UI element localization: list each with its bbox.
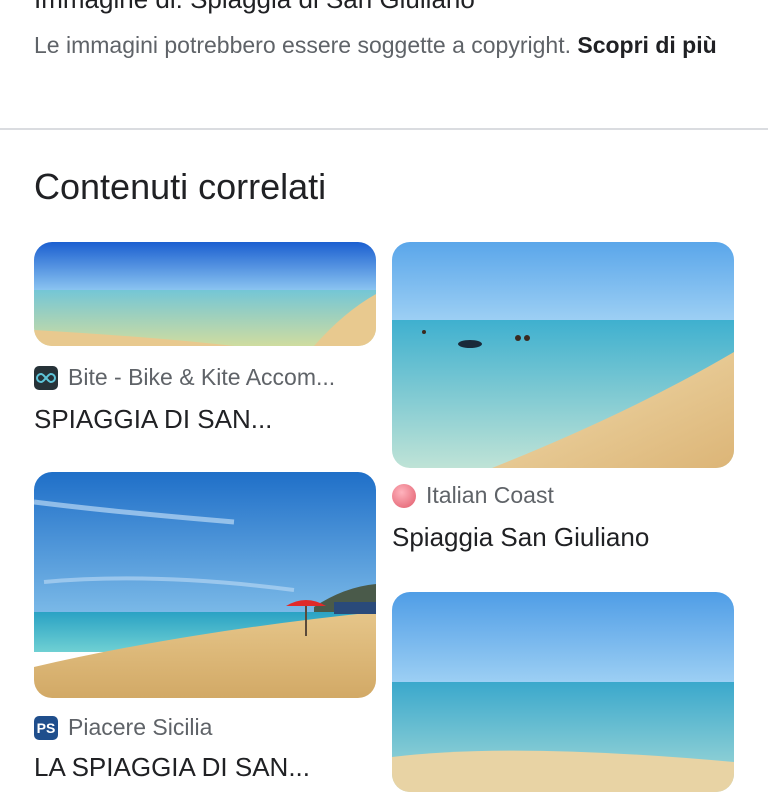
ps-logo-text: PS bbox=[36, 719, 56, 736]
related-content-title: Contenuti correlati bbox=[34, 166, 327, 207]
source-name: Bite - Bike & Kite Accom... bbox=[68, 364, 336, 390]
ps-logo-icon: PS bbox=[34, 715, 58, 740]
card-4-image[interactable] bbox=[392, 592, 734, 792]
card-3-source: PS Piacere Sicilia bbox=[34, 714, 212, 741]
divider bbox=[0, 128, 768, 130]
card-2-source: Italian Coast bbox=[392, 482, 554, 509]
card-2-title[interactable]: Spiaggia San Giuliano bbox=[392, 522, 649, 553]
card-3-image[interactable] bbox=[34, 472, 376, 698]
source-name: Italian Coast bbox=[426, 482, 554, 508]
learn-more-link[interactable]: Scopri di più bbox=[577, 32, 716, 58]
truncated-caption: Immagine di: Spiaggia di San Giuliano bbox=[34, 0, 475, 15]
card-1-image[interactable] bbox=[34, 242, 376, 346]
copyright-notice: Le immagini potrebbero essere soggette a… bbox=[34, 28, 734, 62]
card-2-image[interactable] bbox=[392, 242, 734, 468]
source-name: Piacere Sicilia bbox=[68, 714, 213, 740]
pink-sphere-logo-icon bbox=[392, 483, 416, 508]
card-1-title[interactable]: SPIAGGIA DI SAN... bbox=[34, 404, 272, 435]
card-1-source: Bite - Bike & Kite Accom... bbox=[34, 364, 335, 391]
copyright-text: Le immagini potrebbero essere soggette a… bbox=[34, 32, 578, 58]
infinity-logo-icon bbox=[34, 365, 58, 390]
